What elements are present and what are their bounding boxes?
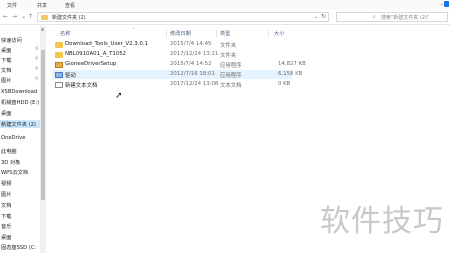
pin-icon: ⚲ (35, 47, 39, 52)
help-icon[interactable] (444, 1, 449, 7)
file-row[interactable]: Download_Tools_User_V2.3.0.1 2015/7/4 14:… (52, 40, 292, 49)
file-date: 2015/7/4 14:45 (170, 41, 212, 47)
column-divider[interactable] (166, 30, 167, 38)
file-type: 文本文档 (220, 83, 242, 89)
sidebar-item[interactable]: 机械盘HDD (E:) (1, 99, 39, 106)
sidebar-item[interactable]: 新建文件夹 (2) (1, 121, 36, 128)
file-row[interactable]: GioneeDriverSetup 2015/7/4 14:52 应用程序 14,82… (52, 60, 306, 69)
address-bar-row: ← → ⌄ ↑ 新建文件夹 (2) ⌄ ↻ ⌕ 搜索"新建文件夹 (2)" (0, 10, 450, 25)
sidebar-item[interactable]: 桌面 (1, 234, 11, 241)
address-field[interactable]: 新建文件夹 (2) ⌄ ↻ (37, 12, 329, 22)
navigation-scrollbar[interactable]: ▲ (40, 26, 46, 253)
sidebar-item[interactable]: 此电脑 (1, 148, 17, 155)
application-icon (55, 62, 63, 68)
ribbon-tabs: 文件 共享 查看 ⌄ (0, 0, 450, 10)
tab-view[interactable]: 查看 (65, 2, 75, 9)
text-document-icon (55, 82, 63, 88)
column-type[interactable]: 类型 (220, 30, 230, 37)
file-type: 应用程序 (220, 73, 242, 79)
back-arrow-icon[interactable]: ← (3, 13, 8, 20)
sidebar-item[interactable]: 图片 (1, 191, 11, 198)
sort-arrow-icon: ^ (132, 27, 136, 32)
folder-icon (41, 15, 48, 20)
column-divider[interactable] (268, 30, 269, 38)
tab-share[interactable]: 共享 (37, 2, 47, 9)
sidebar-item[interactable]: 桌面 (1, 110, 11, 117)
sidebar-item[interactable]: 文档 (1, 67, 11, 74)
recent-dropdown-icon[interactable]: ⌄ (21, 13, 26, 20)
column-date[interactable]: 修改日期 (170, 30, 191, 37)
tab-file[interactable]: 文件 (7, 2, 17, 9)
column-name[interactable]: 名称 (60, 30, 70, 37)
file-type: 文件夹 (220, 53, 237, 59)
pin-icon: ⚲ (35, 57, 39, 62)
watermark: 软件技巧 (320, 204, 444, 239)
file-size: 0 KB (278, 81, 291, 87)
file-row[interactable]: NBL0910A01_A_T1052 2017/12/24 13:21 文件夹 (52, 50, 292, 59)
sidebar-item[interactable]: XSBDownload (1, 89, 37, 95)
file-name: Download_Tools_User_V2.3.0.1 (65, 41, 148, 47)
column-header: ^ 名称 修改日期 类型 大小 (52, 27, 312, 38)
file-date: 2015/7/4 14:52 (170, 61, 212, 67)
file-row[interactable]: 驱动 2012/7/16 18:01 应用程序 6,158 KB (52, 70, 302, 79)
file-row[interactable]: 新建文本文档 2017/12/24 13:08 文本文档 0 KB (52, 80, 292, 89)
file-size: 14,827 KB (278, 61, 306, 67)
pin-icon: ⚲ (35, 67, 39, 72)
sidebar-item[interactable]: 固态盘SSD (C: (1, 244, 36, 251)
column-size[interactable]: 大小 (274, 30, 284, 37)
sidebar-item[interactable]: OneDrive (1, 135, 25, 141)
breadcrumb[interactable]: 新建文件夹 (2) (52, 14, 86, 21)
sidebar-item[interactable]: 3D 对象 (1, 159, 20, 166)
search-icon: ⌕ (373, 14, 376, 20)
folder-icon (55, 52, 63, 58)
file-type: 应用程序 (220, 63, 242, 69)
sidebar-item[interactable]: 音乐 (1, 223, 11, 230)
file-date: 2017/12/24 13:08 (170, 81, 219, 87)
file-size: 6,158 KB (278, 71, 303, 77)
up-arrow-icon[interactable]: ↑ (28, 13, 33, 20)
address-dropdown-icon[interactable]: ⌄ (314, 14, 318, 20)
sidebar-item[interactable]: 下载 (1, 57, 11, 64)
folder-icon (55, 42, 63, 48)
refresh-icon[interactable]: ↻ (321, 13, 326, 20)
sidebar-item[interactable]: 文档 (1, 202, 11, 209)
scrollbar-thumb[interactable] (41, 50, 45, 200)
search-input[interactable]: ⌕ 搜索"新建文件夹 (2)" (336, 12, 448, 22)
search-placeholder: 搜索"新建文件夹 (2)" (381, 15, 430, 21)
sidebar-item[interactable]: 桌面 (1, 47, 11, 54)
file-date: 2012/7/16 18:01 (170, 71, 215, 77)
sidebar-item[interactable]: WPS云文档 (1, 169, 28, 176)
application-icon (55, 72, 63, 78)
pin-icon: ⚲ (35, 77, 39, 82)
file-name: 新建文本文档 (65, 83, 98, 89)
sidebar-item[interactable]: 图片 (1, 77, 11, 84)
file-type: 文件夹 (220, 43, 237, 49)
sidebar-item[interactable]: 视频 (1, 180, 11, 187)
file-date: 2017/12/24 13:21 (170, 51, 219, 57)
file-name: NBL0910A01_A_T1052 (65, 51, 127, 57)
mouse-cursor-icon: ➚ (115, 91, 123, 101)
forward-arrow-icon[interactable]: → (12, 13, 17, 20)
file-name: 驱动 (65, 73, 76, 79)
column-divider[interactable] (216, 30, 217, 38)
scroll-up-icon[interactable]: ▲ (41, 26, 44, 31)
file-name: GioneeDriverSetup (65, 61, 117, 67)
sidebar-item[interactable]: 下载 (1, 213, 11, 220)
sidebar-item[interactable]: 快速访问 (1, 37, 22, 44)
